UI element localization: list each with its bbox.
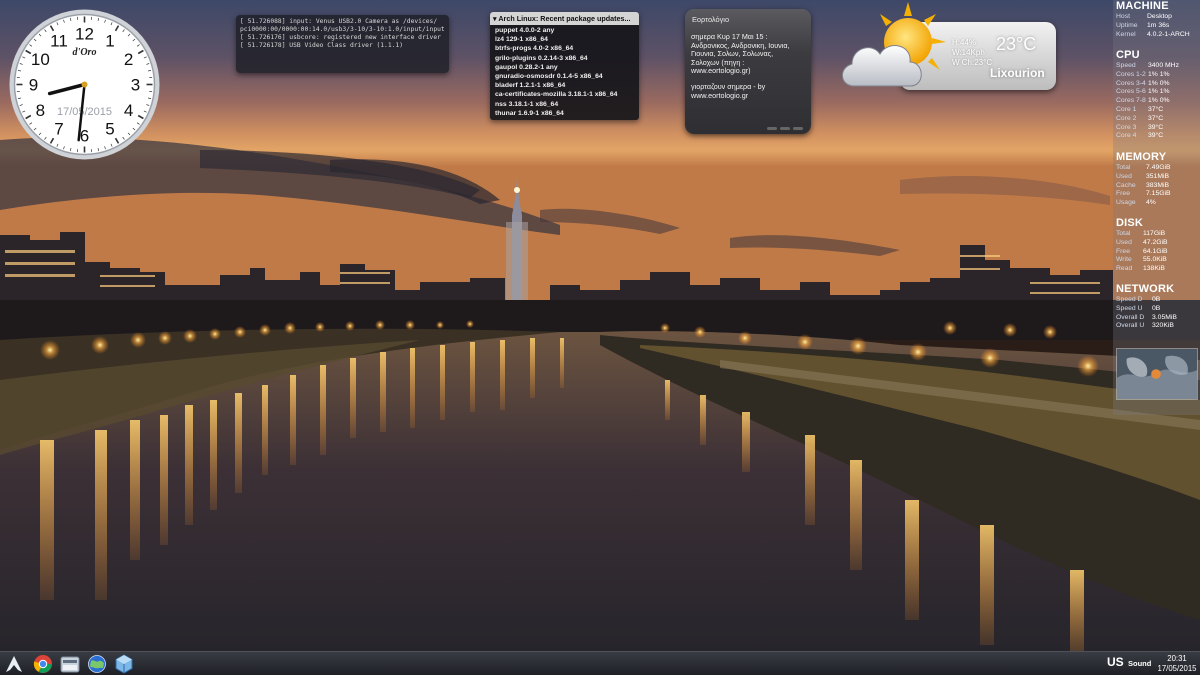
weather-wind: W:14Kph xyxy=(952,48,985,57)
clock-numeral: 6 xyxy=(80,127,89,146)
disk-row: Read 138KiB xyxy=(1116,265,1165,273)
network-row: Speed U 0B xyxy=(1116,304,1161,312)
log-line: [ 51.726088] input: Venus USB2.0 Camera … xyxy=(240,18,438,25)
machine-row: Host Desktop xyxy=(1116,13,1172,20)
package-item[interactable]: gnuradio-osmosdr 0.1.4-5 x86_64 xyxy=(490,72,639,81)
eortologio-page-dots[interactable] xyxy=(767,127,803,130)
memory-row: Total 7.49GiB xyxy=(1116,164,1171,171)
disk-row: Total 117GiB xyxy=(1116,230,1166,237)
package-item[interactable]: gaupol 0.28.2-1 any xyxy=(490,63,639,72)
package-item[interactable]: bladerf 1.2.1-1 x86_64 xyxy=(490,81,639,90)
analog-clock-widget[interactable]: 12 12 3 45678 9 1011 d'Oro 17/05/2015 xyxy=(8,8,161,161)
package-item[interactable]: puppet 4.0.0-2 any xyxy=(490,26,639,35)
machine-section: MACHINE Host Desktop Uptime 1m 36s Kernel 4… xyxy=(1116,0,1190,39)
network-row: Overall D 3.05MiB xyxy=(1116,313,1177,321)
arch-updates-widget: ▾ Arch Linux: Recent package updates... … xyxy=(490,12,639,120)
network-row: Overall U 320KiB xyxy=(1116,322,1174,330)
clock-numeral: 4 xyxy=(124,101,133,120)
arch-package-list: puppet 4.0.0-2 any lz4 129-1 x86_64 btrf… xyxy=(490,25,639,118)
sun-behind-cloud-icon xyxy=(842,2,946,87)
clock-numeral: 12 xyxy=(75,25,94,44)
desktop-thumbnail[interactable] xyxy=(1116,348,1198,400)
taskbar: US Sound 20:31 17/05/2015 xyxy=(0,651,1200,675)
conky-system-monitor: MACHINE Host Desktop Uptime 1m 36s Kernel 4… xyxy=(1113,0,1200,415)
eortologio-widget: Εορτολόγιο σημερα Κυρ 17 Μαι 15 : Ανδρον… xyxy=(685,9,811,134)
arch-menu-icon[interactable] xyxy=(3,653,25,675)
cpu-row: Cores 7-8 1% 0% xyxy=(1116,97,1170,105)
cpu-row: Cores 1-2 1% 1% xyxy=(1116,70,1170,78)
package-item[interactable]: grilo-plugins 0.2.14-3 x86_64 xyxy=(490,54,639,63)
keyboard-layout-indicator[interactable]: US xyxy=(1107,655,1124,669)
disk-section: DISK Total 117GiB Used 47.2GiB Free 64.1GiB… xyxy=(1116,217,1168,274)
package-item[interactable]: thunar 1.6.9-1 x86_64 xyxy=(490,109,639,118)
machine-row: Kernel 4.0.2-1-ARCH xyxy=(1116,30,1190,38)
eortologio-title: Εορτολόγιο xyxy=(692,15,730,24)
clock-numeral: 10 xyxy=(31,50,50,69)
package-item[interactable]: btrfs-progs 4.0-2 x86_64 xyxy=(490,44,639,53)
cpu-row: Core 2 37°C xyxy=(1116,114,1164,122)
clock-numeral: 3 xyxy=(131,76,140,95)
cpu-row: Core 4 39°C xyxy=(1116,132,1164,140)
memory-row: Free 7.15GiB xyxy=(1116,190,1171,198)
clock-numeral: 5 xyxy=(105,120,114,139)
log-line: [ 51.726178] USB Video Class driver (1.1… xyxy=(240,42,404,49)
memory-row: Cache 383MiB xyxy=(1116,181,1170,189)
eortologio-footer: γιορταζουν σημερα - by www.eortologio.gr xyxy=(691,82,805,101)
clock-brand: d'Oro xyxy=(73,47,97,58)
clock-numeral: 7 xyxy=(54,120,63,139)
log-line: [ 51.726176] usbcore: registered new int… xyxy=(240,34,445,41)
log-line: pci0000:00/0000:00:14.0/usb3/3-10/3-10:1… xyxy=(240,26,445,33)
clock-numeral: 1 xyxy=(105,31,114,50)
kernel-log-widget: [ 51.726088] input: Venus USB2.0 Camera … xyxy=(236,15,449,73)
machine-row: Uptime 1m 36s xyxy=(1116,21,1170,29)
package-item[interactable]: lz4 129-1 x86_64 xyxy=(490,35,639,44)
arch-updates-title[interactable]: ▾ Arch Linux: Recent package updates... xyxy=(490,12,639,25)
network-heading: NETWORK xyxy=(1116,283,1175,295)
eortologio-names: σημερα Κυρ 17 Μαι 15 : Ανδρονικος, Ανδρο… xyxy=(691,32,805,76)
cpu-row: Cores 5-6 1% 1% xyxy=(1116,88,1170,96)
chrome-icon[interactable] xyxy=(32,653,54,675)
cpu-row: Cores 3-4 1% 0% xyxy=(1116,79,1170,87)
weather-humidity: H:44% xyxy=(952,38,977,47)
cpu-heading: CPU xyxy=(1116,49,1140,61)
cpu-row: Speed 3400 MHz xyxy=(1116,62,1179,69)
eortologio-footer-link[interactable]: www.eortologio.gr xyxy=(691,91,805,101)
clock-numeral: 11 xyxy=(50,31,68,50)
disk-row: Used 47.2GiB xyxy=(1116,238,1168,246)
weather-wind-chill: W Ch:23°C xyxy=(952,58,993,67)
memory-heading: MEMORY xyxy=(1116,151,1167,163)
disk-row: Free 64.1GiB xyxy=(1116,247,1168,255)
clock-numeral: 2 xyxy=(124,50,133,69)
network-row: Speed D 0B xyxy=(1116,296,1161,303)
package-item[interactable]: nss 3.18.1-1 x86_64 xyxy=(490,100,639,109)
clock-date: 17/05/2015 xyxy=(57,106,112,118)
disk-row: Write 55.0KiB xyxy=(1116,256,1167,264)
cpu-section: CPU Speed 3400 MHz Cores 1-2 1% 1% Cores 3… xyxy=(1116,49,1179,141)
network-section: NETWORK Speed D 0B Speed U 0B Overall D 3.0… xyxy=(1116,283,1177,331)
disk-heading: DISK xyxy=(1116,217,1144,229)
eortologio-link[interactable]: www.eortologio.gr) xyxy=(691,67,805,76)
network-globe-icon[interactable] xyxy=(86,653,108,675)
weather-city: Lixourion xyxy=(990,66,1045,80)
taskbar-clock[interactable]: 20:31 17/05/2015 xyxy=(1156,654,1198,673)
weather-temperature: 23°C xyxy=(996,34,1037,54)
memory-row: Used 351MiB xyxy=(1116,172,1170,180)
cpu-row: Core 1 37°C xyxy=(1116,105,1164,113)
file-manager-icon[interactable] xyxy=(59,653,81,675)
clock-numeral: 9 xyxy=(29,76,38,95)
memory-section: MEMORY Total 7.49GiB Used 351MiB Cache 383M… xyxy=(1116,151,1171,208)
virtualbox-icon[interactable] xyxy=(113,653,135,675)
sound-tray-label[interactable]: Sound xyxy=(1128,659,1151,668)
package-item[interactable]: ca-certificates-mozilla 3.18.1-1 x86_64 xyxy=(490,90,639,99)
taskbar-time: 20:31 xyxy=(1167,654,1187,663)
memory-row: Usage 4% xyxy=(1116,199,1156,207)
machine-heading: MACHINE xyxy=(1116,0,1169,12)
clock-numeral: 8 xyxy=(36,101,45,120)
taskbar-date: 17/05/2015 xyxy=(1157,663,1197,673)
weather-details: H:44% W:14Kph W Ch:23°C xyxy=(952,38,992,68)
